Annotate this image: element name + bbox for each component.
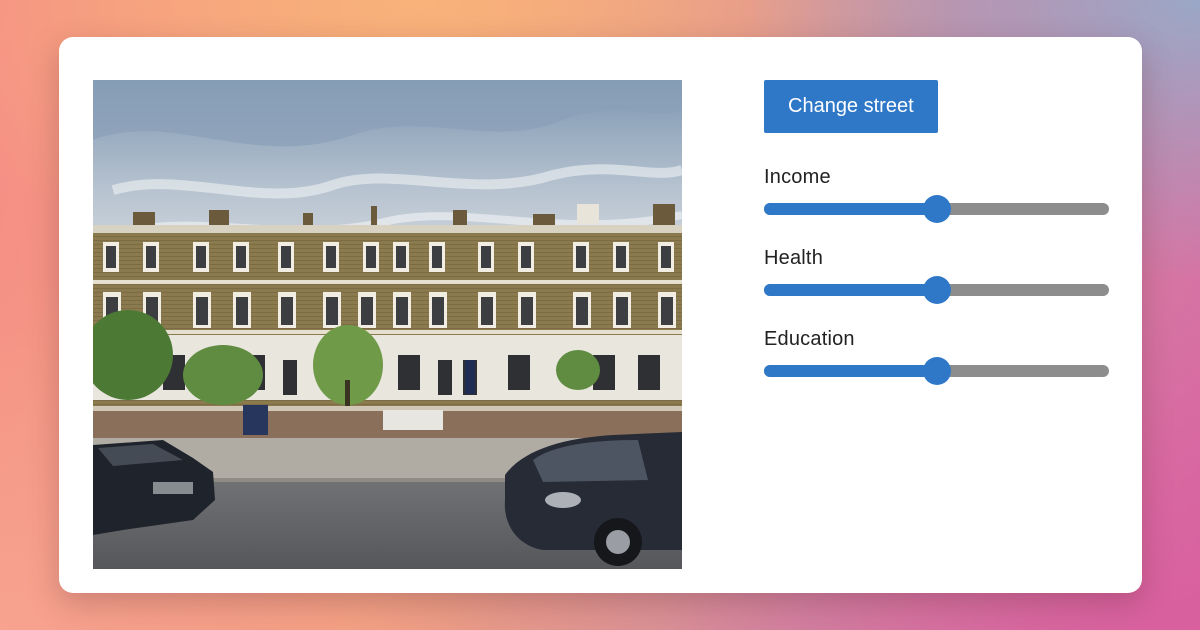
health-slider-thumb[interactable] [923, 276, 951, 304]
controls-panel: Change street Income Health Education [764, 80, 1109, 385]
health-slider-group: Health [764, 247, 1109, 304]
education-slider-fill [764, 365, 937, 377]
income-label: Income [764, 166, 831, 188]
income-slider-thumb[interactable] [923, 195, 951, 223]
income-slider-group: Income [764, 166, 1109, 223]
health-label: Health [764, 247, 824, 269]
health-slider-fill [764, 284, 937, 296]
change-street-button[interactable]: Change street [764, 80, 938, 133]
education-label: Education [764, 328, 855, 350]
education-slider-thumb[interactable] [923, 357, 951, 385]
education-slider-group: Education [764, 328, 1109, 385]
income-slider-fill [764, 203, 937, 215]
income-slider[interactable] [764, 195, 1109, 223]
health-slider[interactable] [764, 276, 1109, 304]
main-card: Change street Income Health Education [59, 37, 1142, 593]
street-view-image [93, 80, 682, 569]
education-slider[interactable] [764, 357, 1109, 385]
